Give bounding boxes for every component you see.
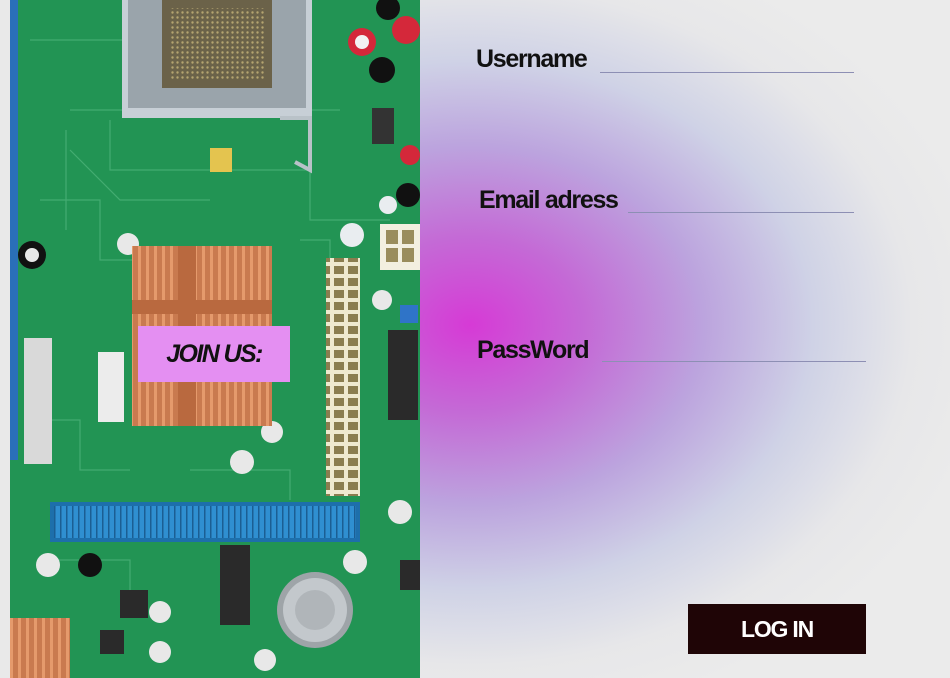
login-button[interactable]: LOG IN <box>688 604 866 654</box>
join-us-badge: JOIN US: <box>138 326 290 382</box>
username-input[interactable] <box>600 72 854 73</box>
login-form: Username Email adress PassWord LOG IN <box>420 0 950 678</box>
username-label: Username <box>476 45 588 73</box>
hero-image-panel: JOIN US: <box>0 0 420 678</box>
email-input[interactable] <box>628 212 854 213</box>
join-us-label: JOIN US: <box>166 339 263 368</box>
password-label: PassWord <box>477 336 590 364</box>
email-label: Email adress <box>479 186 619 214</box>
password-input[interactable] <box>602 361 866 362</box>
